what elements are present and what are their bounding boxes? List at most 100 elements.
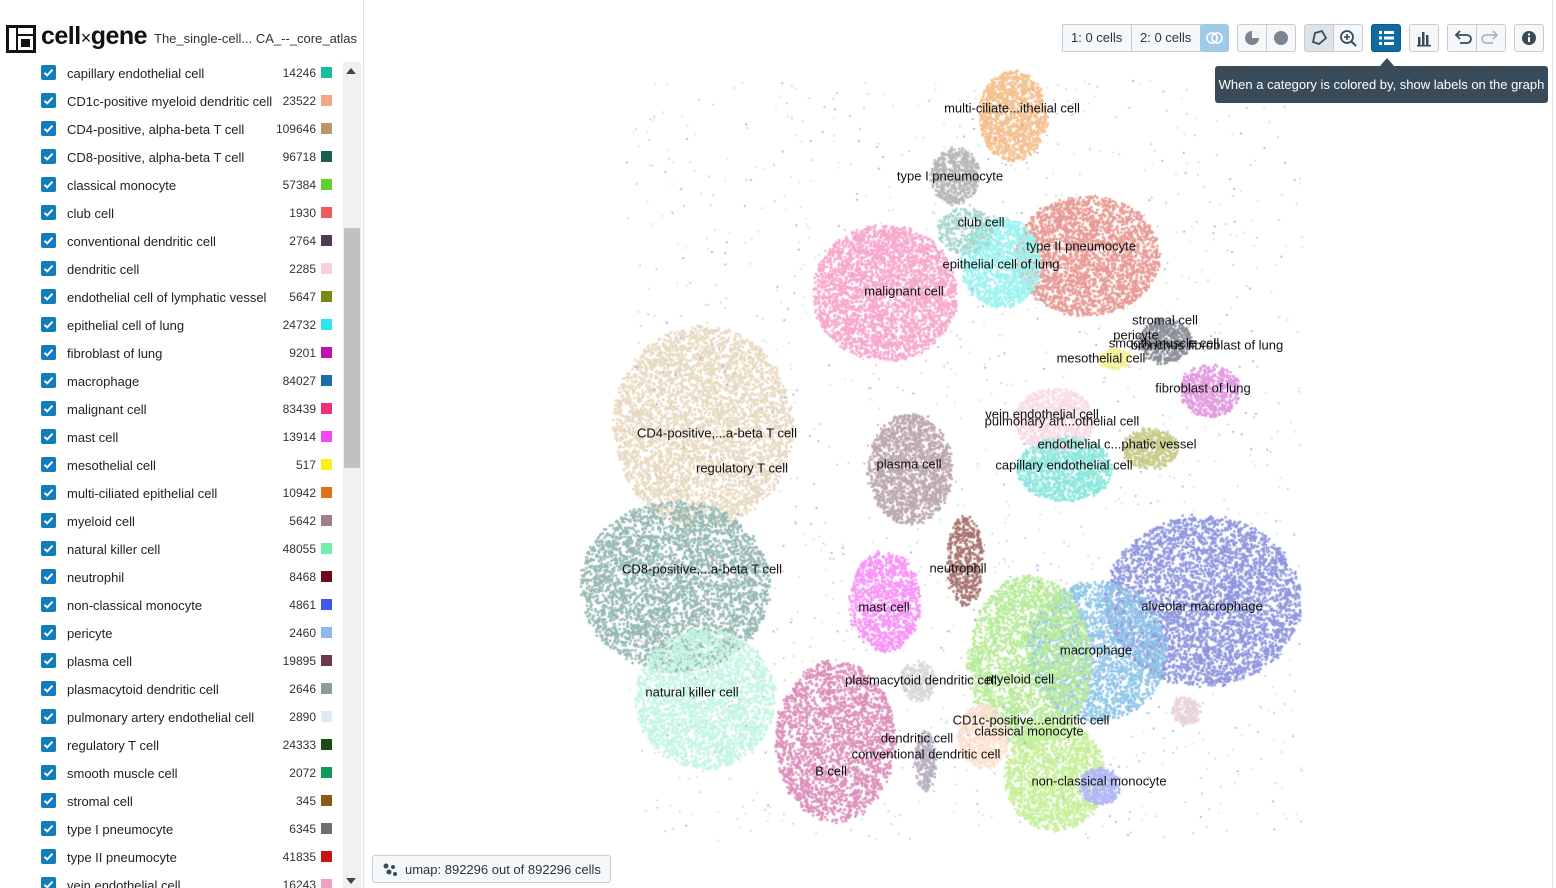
- category-row[interactable]: smooth muscle cell 2072: [0, 760, 340, 788]
- category-checkbox[interactable]: [41, 429, 56, 444]
- category-checkbox[interactable]: [41, 485, 56, 500]
- category-checkbox[interactable]: [41, 345, 56, 360]
- category-list-scrollbar[interactable]: [343, 62, 361, 888]
- redo-button[interactable]: [1476, 24, 1506, 52]
- category-checkbox[interactable]: [41, 681, 56, 696]
- category-checkbox[interactable]: [41, 877, 56, 888]
- category-label[interactable]: epithelial cell of lung: [67, 318, 184, 333]
- cellset-2-button[interactable]: 2: 0 cells: [1131, 24, 1201, 52]
- category-label[interactable]: pericyte: [67, 626, 113, 641]
- category-row[interactable]: plasma cell 19895: [0, 648, 340, 676]
- category-checkbox[interactable]: [41, 793, 56, 808]
- embedding-canvas[interactable]: multi-ciliate...ithelial cell type I pneu…: [364, 0, 1556, 888]
- subset-button[interactable]: [1237, 24, 1267, 52]
- category-label[interactable]: type II pneumocyte: [67, 850, 177, 865]
- category-row[interactable]: natural killer cell 48055: [0, 536, 340, 564]
- category-checkbox[interactable]: [41, 373, 56, 388]
- category-checkbox[interactable]: [41, 737, 56, 752]
- category-row[interactable]: type I pneumocyte 6345: [0, 816, 340, 844]
- category-checkbox[interactable]: [41, 625, 56, 640]
- category-row[interactable]: CD4-positive, alpha-beta T cell 109646: [0, 116, 340, 144]
- category-row[interactable]: macrophage 84027: [0, 368, 340, 396]
- category-checkbox[interactable]: [41, 65, 56, 80]
- category-label[interactable]: natural killer cell: [67, 542, 160, 557]
- category-label[interactable]: non-classical monocyte: [67, 598, 202, 613]
- category-label[interactable]: plasma cell: [67, 654, 132, 669]
- category-label[interactable]: conventional dendritic cell: [67, 234, 216, 249]
- category-label[interactable]: regulatory T cell: [67, 738, 159, 753]
- category-label[interactable]: pulmonary artery endothelial cell: [67, 710, 254, 725]
- category-checkbox[interactable]: [41, 849, 56, 864]
- category-row[interactable]: neutrophil 8468: [0, 564, 340, 592]
- category-checkbox[interactable]: [41, 597, 56, 612]
- category-row[interactable]: club cell 1930: [0, 200, 340, 228]
- category-label[interactable]: fibroblast of lung: [67, 346, 162, 361]
- category-row[interactable]: conventional dendritic cell 2764: [0, 228, 340, 256]
- category-checkbox[interactable]: [41, 93, 56, 108]
- category-label[interactable]: plasmacytoid dendritic cell: [67, 682, 219, 697]
- category-row[interactable]: non-classical monocyte 4861: [0, 592, 340, 620]
- category-row[interactable]: mesothelial cell 517: [0, 452, 340, 480]
- category-label[interactable]: endothelial cell of lymphatic vessel: [67, 290, 266, 305]
- undo-button[interactable]: [1447, 24, 1477, 52]
- category-label[interactable]: club cell: [67, 206, 114, 221]
- cellset-1-button[interactable]: 1: 0 cells: [1062, 24, 1132, 52]
- category-checkbox[interactable]: [41, 261, 56, 276]
- category-checkbox[interactable]: [41, 513, 56, 528]
- category-label[interactable]: malignant cell: [67, 402, 147, 417]
- category-checkbox[interactable]: [41, 149, 56, 164]
- category-checkbox[interactable]: [41, 401, 56, 416]
- lasso-select-button[interactable]: [1304, 24, 1334, 52]
- category-row[interactable]: classical monocyte 57384: [0, 172, 340, 200]
- category-row[interactable]: capillary endothelial cell 14246: [0, 60, 340, 88]
- category-row[interactable]: pericyte 2460: [0, 620, 340, 648]
- category-checkbox[interactable]: [41, 541, 56, 556]
- category-row[interactable]: endothelial cell of lymphatic vessel 5647: [0, 284, 340, 312]
- category-row[interactable]: fibroblast of lung 9201: [0, 340, 340, 368]
- scroll-up-arrow-icon[interactable]: [346, 68, 356, 74]
- category-checkbox[interactable]: [41, 765, 56, 780]
- category-label[interactable]: CD1c-positive myeloid dendritic cell: [67, 94, 272, 109]
- category-label[interactable]: mesothelial cell: [67, 458, 156, 473]
- zoom-pan-button[interactable]: [1333, 24, 1363, 52]
- category-checkbox[interactable]: [41, 653, 56, 668]
- category-checkbox[interactable]: [41, 205, 56, 220]
- category-label[interactable]: smooth muscle cell: [67, 766, 178, 781]
- category-label[interactable]: multi-ciliated epithelial cell: [67, 486, 217, 501]
- category-label[interactable]: macrophage: [67, 374, 139, 389]
- category-label[interactable]: capillary endothelial cell: [67, 66, 204, 81]
- category-label[interactable]: myeloid cell: [67, 514, 135, 529]
- category-checkbox[interactable]: [41, 317, 56, 332]
- category-checkbox[interactable]: [41, 569, 56, 584]
- histogram-button[interactable]: [1409, 24, 1439, 52]
- category-row[interactable]: mast cell 13914: [0, 424, 340, 452]
- category-row[interactable]: regulatory T cell 24333: [0, 732, 340, 760]
- scroll-down-arrow-icon[interactable]: [346, 878, 356, 884]
- info-button[interactable]: [1514, 24, 1544, 52]
- category-row[interactable]: CD1c-positive myeloid dendritic cell 2352…: [0, 88, 340, 116]
- category-row[interactable]: multi-ciliated epithelial cell 10942: [0, 480, 340, 508]
- reset-subset-button[interactable]: [1266, 24, 1296, 52]
- category-label[interactable]: type I pneumocyte: [67, 822, 173, 837]
- category-checkbox[interactable]: [41, 233, 56, 248]
- category-row[interactable]: CD8-positive, alpha-beta T cell 96718: [0, 144, 340, 172]
- scroll-thumb[interactable]: [344, 228, 360, 468]
- category-label[interactable]: CD8-positive, alpha-beta T cell: [67, 150, 244, 165]
- category-row[interactable]: type II pneumocyte 41835: [0, 844, 340, 872]
- clear-differential-expression-button[interactable]: [1200, 24, 1229, 52]
- category-checkbox[interactable]: [41, 121, 56, 136]
- category-label[interactable]: CD4-positive, alpha-beta T cell: [67, 122, 244, 137]
- embedding-selector-button[interactable]: umap: 892296 out of 892296 cells: [372, 855, 611, 883]
- category-label[interactable]: mast cell: [67, 430, 118, 445]
- category-label[interactable]: stromal cell: [67, 794, 133, 809]
- category-row[interactable]: epithelial cell of lung 24732: [0, 312, 340, 340]
- category-label[interactable]: neutrophil: [67, 570, 124, 585]
- category-checkbox[interactable]: [41, 709, 56, 724]
- category-label[interactable]: vein endothelial cell: [67, 878, 180, 888]
- category-label[interactable]: dendritic cell: [67, 262, 139, 277]
- category-checkbox[interactable]: [41, 457, 56, 472]
- category-row[interactable]: vein endothelial cell 16243: [0, 872, 340, 888]
- category-checkbox[interactable]: [41, 821, 56, 836]
- show-category-labels-button[interactable]: [1371, 24, 1401, 52]
- category-checkbox[interactable]: [41, 177, 56, 192]
